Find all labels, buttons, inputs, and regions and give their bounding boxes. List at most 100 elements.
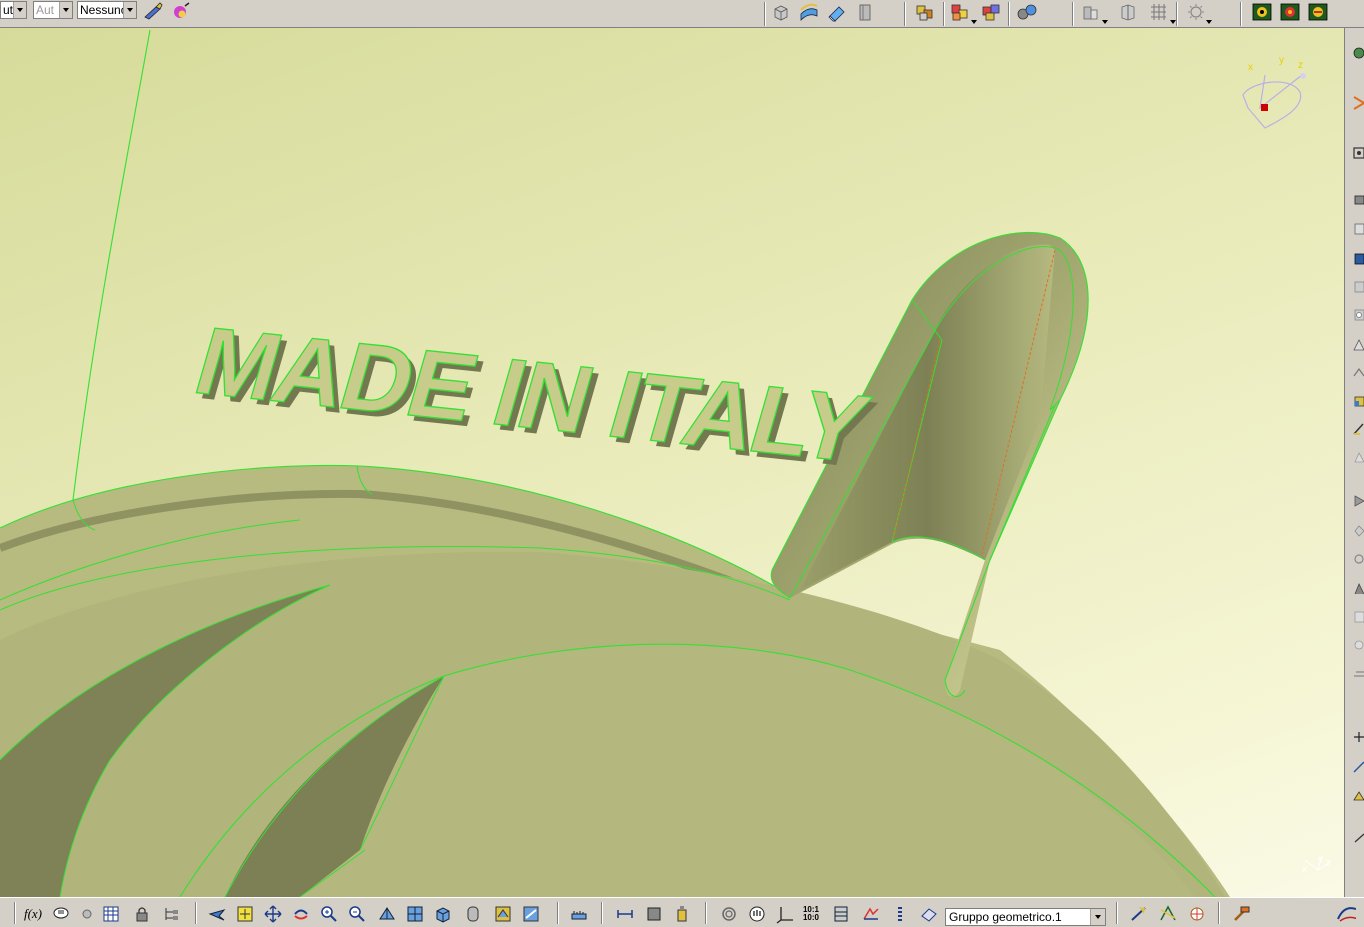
spiral-button[interactable] bbox=[718, 903, 740, 925]
stack-button[interactable] bbox=[860, 903, 882, 925]
annotation-button[interactable] bbox=[1350, 828, 1364, 846]
thickness-button[interactable] bbox=[1350, 522, 1364, 540]
dropdown-2[interactable]: Aut bbox=[33, 1, 73, 19]
sparkle-button[interactable] bbox=[1186, 903, 1208, 925]
plane-button[interactable] bbox=[1350, 786, 1364, 804]
thread-button[interactable] bbox=[1350, 550, 1364, 568]
shading-edges-icon bbox=[495, 906, 511, 922]
formula-button[interactable]: f(x) bbox=[22, 903, 44, 925]
hide-show-button[interactable] bbox=[520, 903, 542, 925]
replace-face-button[interactable] bbox=[1350, 608, 1364, 626]
brush-button[interactable] bbox=[142, 0, 164, 22]
pocket-icon bbox=[1354, 223, 1364, 235]
grid-button[interactable] bbox=[1148, 1, 1170, 23]
surface-button[interactable] bbox=[798, 1, 820, 23]
fillet-button[interactable] bbox=[1350, 392, 1364, 410]
comment-button[interactable] bbox=[50, 903, 72, 925]
shaft-button[interactable] bbox=[1350, 250, 1364, 268]
link-button[interactable] bbox=[1016, 1, 1038, 23]
car-button-2[interactable] bbox=[1279, 1, 1301, 23]
cube-button[interactable] bbox=[770, 1, 792, 23]
colored-cubes-button[interactable] bbox=[980, 1, 1002, 23]
chevron-down-icon bbox=[59, 2, 72, 18]
surface-icon bbox=[800, 3, 818, 21]
thread-icon bbox=[1354, 554, 1364, 564]
shell-button[interactable] bbox=[1350, 492, 1364, 510]
fly-button[interactable] bbox=[206, 903, 228, 925]
dropdown-3[interactable]: Nessuno bbox=[77, 1, 137, 19]
annotation-icon bbox=[1354, 833, 1364, 843]
separator bbox=[764, 2, 766, 26]
split-button[interactable] bbox=[830, 903, 852, 925]
lock-button[interactable] bbox=[131, 903, 153, 925]
dropdown-1[interactable]: ut bbox=[0, 1, 27, 19]
folder-button[interactable] bbox=[888, 903, 910, 925]
lamp-button[interactable] bbox=[1186, 1, 1208, 23]
rotate-button[interactable] bbox=[290, 903, 312, 925]
warp-button[interactable] bbox=[1128, 903, 1150, 925]
remove-face-icon bbox=[1354, 583, 1364, 595]
tool-button[interactable] bbox=[643, 903, 665, 925]
groove-icon bbox=[1354, 281, 1364, 293]
hand-button[interactable] bbox=[746, 903, 768, 925]
page-button[interactable] bbox=[854, 1, 876, 23]
rib-button[interactable] bbox=[1350, 336, 1364, 354]
compass-handle[interactable] bbox=[1261, 104, 1268, 111]
settings-button[interactable] bbox=[76, 903, 98, 925]
hammer-button[interactable] bbox=[1230, 903, 1252, 925]
hole-button[interactable] bbox=[1350, 306, 1364, 324]
separator bbox=[904, 2, 906, 26]
multi-cube-button[interactable] bbox=[914, 1, 936, 23]
sweep-button[interactable] bbox=[1157, 903, 1179, 925]
fly-icon bbox=[208, 909, 226, 921]
compass-widget[interactable]: x y z bbox=[1242, 55, 1306, 129]
workbench-button[interactable] bbox=[1350, 44, 1364, 62]
shading-button[interactable] bbox=[462, 903, 484, 925]
constraint-button[interactable] bbox=[1350, 144, 1364, 162]
color-cubes-button[interactable] bbox=[949, 1, 971, 23]
slot-button[interactable] bbox=[1350, 364, 1364, 382]
geometrical-set-button[interactable] bbox=[918, 903, 940, 925]
axis-button[interactable] bbox=[1350, 758, 1364, 776]
line-button[interactable] bbox=[1350, 728, 1364, 746]
sketch-button[interactable] bbox=[1350, 94, 1364, 112]
normal-view-button[interactable] bbox=[376, 903, 398, 925]
scale-button[interactable]: 10:1 10:0 bbox=[800, 903, 822, 925]
multi-view-button[interactable] bbox=[404, 903, 426, 925]
car-button-3[interactable] bbox=[1307, 1, 1329, 23]
bottle-button[interactable] bbox=[671, 903, 693, 925]
draft-button[interactable] bbox=[1350, 448, 1364, 466]
pan-button[interactable] bbox=[262, 903, 284, 925]
separator bbox=[1240, 2, 1242, 26]
remove-face-button[interactable] bbox=[1350, 580, 1364, 598]
measure-between-button[interactable] bbox=[614, 903, 636, 925]
gear-icon bbox=[82, 909, 92, 919]
groove-button[interactable] bbox=[1350, 278, 1364, 296]
chamfer-button[interactable] bbox=[1350, 420, 1364, 438]
parallel-view-button[interactable] bbox=[1118, 1, 1140, 23]
sphere-button[interactable] bbox=[170, 0, 192, 22]
shading-edges-button[interactable] bbox=[492, 903, 514, 925]
pad-button[interactable] bbox=[1350, 190, 1364, 208]
dropdown-2-value: Aut bbox=[36, 3, 55, 17]
axis-system-button[interactable] bbox=[774, 903, 796, 925]
3d-viewport[interactable]: MADE IN ITALY MADE IN ITALY x y z x y z bbox=[0, 28, 1344, 897]
zoom-out-button[interactable] bbox=[346, 903, 368, 925]
compass-knob[interactable] bbox=[1300, 73, 1306, 79]
pocket-button[interactable] bbox=[1350, 220, 1364, 238]
measure-button[interactable] bbox=[568, 903, 590, 925]
car-button-1[interactable] bbox=[1251, 1, 1273, 23]
fillet-icon bbox=[1354, 396, 1364, 407]
mirror-button[interactable] bbox=[1350, 636, 1364, 654]
eraser-button[interactable] bbox=[826, 1, 848, 23]
iso-view-button[interactable] bbox=[432, 903, 454, 925]
view-mode-button[interactable] bbox=[1080, 1, 1102, 23]
geometrical-set-dropdown[interactable]: Gruppo geometrico.1 bbox=[945, 908, 1106, 926]
pattern-button[interactable] bbox=[1350, 664, 1364, 682]
zoom-in-button[interactable] bbox=[318, 903, 340, 925]
fit-all-button[interactable] bbox=[234, 903, 256, 925]
mirror-icon bbox=[1354, 640, 1364, 650]
separator bbox=[1218, 902, 1220, 924]
tree-button[interactable] bbox=[160, 903, 182, 925]
table-button[interactable] bbox=[100, 903, 122, 925]
